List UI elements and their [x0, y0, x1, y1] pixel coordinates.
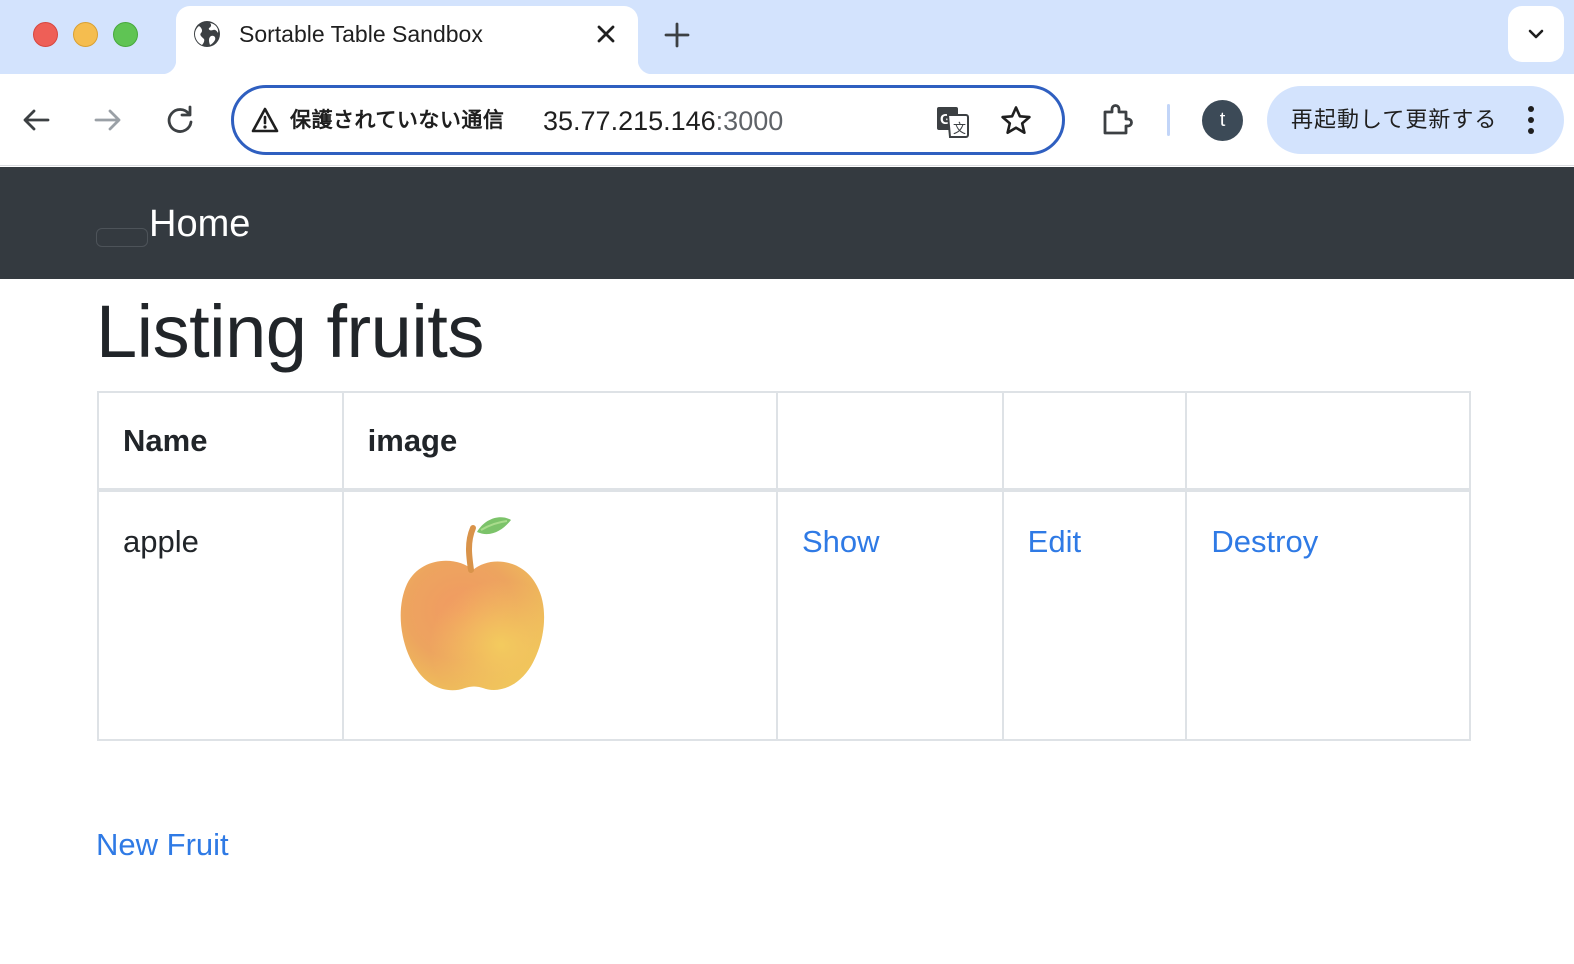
table-header-row: Name image — [97, 391, 1471, 492]
close-window-button[interactable] — [33, 22, 58, 47]
column-header-name: Name — [97, 391, 344, 492]
edit-link[interactable]: Edit — [1028, 524, 1081, 559]
globe-icon — [193, 20, 221, 48]
bookmark-star-icon[interactable] — [999, 104, 1033, 138]
fruit-name-cell: apple — [97, 489, 344, 741]
column-header-destroy — [1185, 391, 1471, 492]
toolbar-divider — [1167, 104, 1170, 136]
minimize-window-button[interactable] — [73, 22, 98, 47]
warning-icon[interactable] — [251, 107, 279, 133]
browser-tab[interactable]: Sortable Table Sandbox — [162, 6, 652, 74]
fruits-table: Name image apple Show Edit Destroy — [97, 391, 1471, 741]
url-host: 35.77.215.146 — [543, 106, 716, 136]
browser-toolbar: 保護されていない通信 35.77.215.146:3000 G 文 t 再起動し… — [0, 74, 1574, 166]
destroy-link[interactable]: Destroy — [1211, 524, 1318, 559]
tab-strip: Sortable Table Sandbox — [0, 0, 1574, 74]
translate-icon[interactable]: G 文 — [934, 104, 970, 140]
profile-avatar[interactable]: t — [1202, 100, 1243, 141]
home-link[interactable]: Home — [149, 202, 250, 246]
update-button-label: 再起動して更新する — [1291, 107, 1498, 132]
page-title: Listing fruits — [96, 290, 484, 373]
column-header-image: image — [341, 391, 778, 492]
new-tab-icon[interactable] — [660, 18, 694, 52]
tab-title: Sortable Table Sandbox — [239, 21, 483, 47]
back-arrow-icon[interactable] — [16, 100, 56, 140]
url-text[interactable]: 35.77.215.146:3000 — [543, 105, 783, 137]
chevron-down-icon — [1528, 29, 1544, 39]
url-port: :3000 — [715, 106, 784, 136]
new-fruit-link[interactable]: New Fruit — [96, 826, 229, 864]
edit-cell: Edit — [1001, 489, 1188, 741]
destroy-cell: Destroy — [1185, 489, 1471, 741]
forward-arrow-icon[interactable] — [88, 100, 128, 140]
column-header-show — [775, 391, 1004, 492]
site-navbar: Home — [0, 167, 1574, 279]
fruit-image-cell — [341, 489, 778, 741]
column-header-edit — [1001, 391, 1188, 492]
apple-image — [400, 517, 544, 691]
tab-search-button[interactable] — [1508, 6, 1564, 62]
close-tab-icon[interactable] — [592, 20, 620, 48]
show-link[interactable]: Show — [802, 524, 880, 559]
svg-text:文: 文 — [953, 122, 966, 137]
navbar-toggler-button[interactable] — [96, 228, 148, 247]
security-status-label[interactable]: 保護されていない通信 — [290, 107, 504, 135]
reload-icon[interactable] — [160, 100, 200, 140]
address-bar[interactable]: 保護されていない通信 35.77.215.146:3000 G 文 — [231, 85, 1065, 155]
table-row: apple Show Edit Destroy — [97, 489, 1471, 741]
zoom-window-button[interactable] — [113, 22, 138, 47]
more-menu-icon[interactable] — [1525, 105, 1537, 135]
extensions-puzzle-icon[interactable] — [1097, 100, 1137, 140]
show-cell: Show — [775, 489, 1004, 741]
restart-to-update-button[interactable]: 再起動して更新する — [1267, 86, 1564, 154]
